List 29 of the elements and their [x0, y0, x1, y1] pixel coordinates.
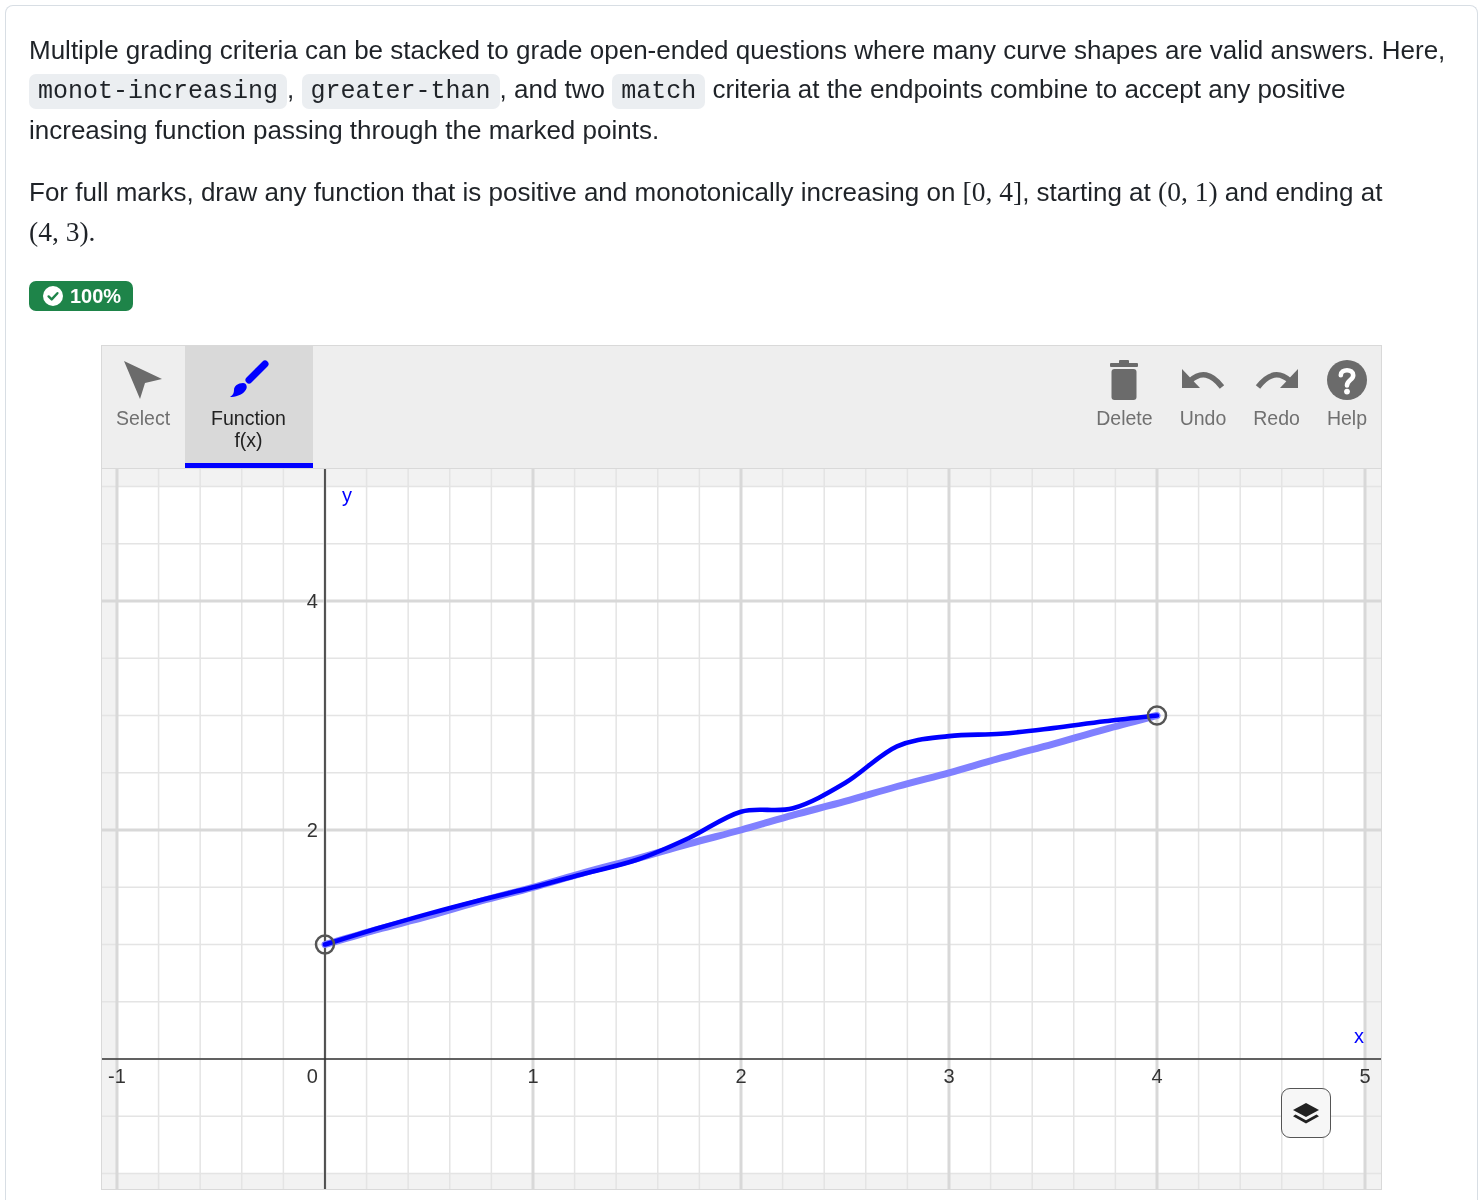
- check-circle-icon: [43, 286, 63, 306]
- x-tick-label: 0: [306, 1065, 318, 1088]
- help-button[interactable]: Help: [1313, 346, 1381, 468]
- intro-paragraph: Multiple grading criteria can be stacked to grade open-ended questions where many curve shapes are valid answers. Here, monot-increasing , greater-than , and two match criteria at the endpoints combine to accept any positive increasing function passing through the marked points.: [29, 34, 1447, 147]
- redo-button[interactable]: Redo: [1239, 346, 1314, 468]
- x-tick-label: 5: [1358, 1065, 1371, 1088]
- y-tick-label: 2: [306, 819, 318, 842]
- score-text: 100%: [70, 284, 122, 308]
- layers-icon: [1291, 1101, 1320, 1125]
- delete-button[interactable]: Delete: [1082, 346, 1167, 468]
- x-tick-label: 2: [734, 1065, 747, 1088]
- task-paragraph: For full marks, draw any function that is positive and monotonically increasing on [0, 4], starting at (0, 1) and ending at (4, 3).: [29, 175, 1384, 249]
- x-axis-label: x: [1353, 1025, 1364, 1048]
- point-marker: [1146, 705, 1167, 726]
- point-marker: [314, 934, 335, 955]
- function-tool-button[interactable]: Function f(x): [184, 346, 313, 468]
- help-icon: [1326, 360, 1367, 400]
- x-tick-label: -1: [107, 1065, 126, 1088]
- y-axis-label: y: [341, 484, 352, 506]
- cursor-arrow-icon: [123, 360, 163, 400]
- x-tick-label: 3: [942, 1065, 955, 1088]
- undo-button[interactable]: Undo: [1166, 346, 1240, 468]
- x-tick-label: 4: [1150, 1065, 1163, 1088]
- layers-button[interactable]: [1280, 1088, 1331, 1138]
- graph-canvas[interactable]: -1 0 1 2 3 4 5 2 4 x y: [101, 469, 1381, 1189]
- x-tick-label: 1: [526, 1065, 539, 1088]
- trash-icon: [1109, 360, 1140, 400]
- y-tick-label: 4: [306, 590, 318, 612]
- select-tool-button[interactable]: Select: [101, 346, 185, 468]
